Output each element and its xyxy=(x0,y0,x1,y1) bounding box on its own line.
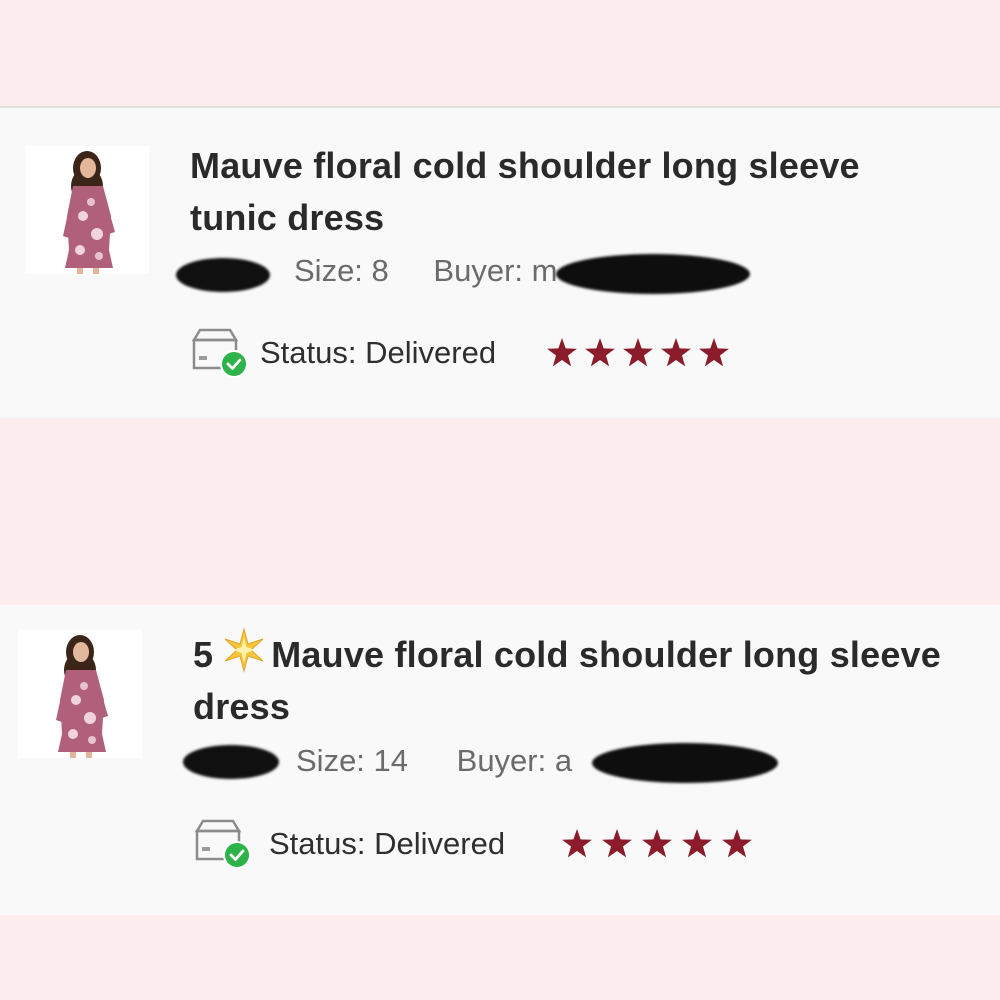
status-text: Status: Delivered xyxy=(269,826,506,861)
dress-model-image xyxy=(18,630,142,758)
title-prefix: 5 xyxy=(193,634,214,675)
box-check-icon xyxy=(194,819,251,869)
star-icon xyxy=(682,829,712,858)
order-meta: Size: 14 Buyer: a xyxy=(296,743,572,779)
price-redaction xyxy=(183,745,279,779)
product-thumbnail[interactable] xyxy=(18,630,142,758)
price-redaction xyxy=(176,258,270,292)
buyer-text[interactable]: Buyer: m xyxy=(433,253,557,289)
star-icon xyxy=(585,338,615,367)
order-card[interactable]: 5 Mauve floral cold shoulder long sleeve… xyxy=(0,605,1000,915)
star-icon xyxy=(722,829,752,858)
dress-model-image xyxy=(25,146,149,274)
product-thumbnail[interactable] xyxy=(25,146,149,274)
star-icon xyxy=(699,338,729,367)
star-icon xyxy=(547,338,577,367)
product-title[interactable]: Mauve floral cold shoulder long sleeve t… xyxy=(190,140,950,244)
product-title-text: Mauve floral cold shoulder long sleeve d… xyxy=(193,634,942,727)
buyer-text[interactable]: Buyer: a xyxy=(457,743,572,779)
buyer-redaction xyxy=(592,743,778,783)
status-row: Status: Delivered xyxy=(190,326,730,380)
star-icon xyxy=(623,338,653,367)
rating-stars xyxy=(546,338,730,368)
product-title-text: Mauve floral cold shoulder long sleeve t… xyxy=(190,145,860,238)
box-check-icon xyxy=(191,328,248,378)
star-icon xyxy=(562,829,592,858)
star-icon xyxy=(661,338,691,367)
status-text: Status: Delivered xyxy=(260,335,497,370)
size-text: Size: 8 xyxy=(294,253,389,288)
rating-stars xyxy=(561,829,753,859)
size-text: Size: 14 xyxy=(296,743,409,778)
status-row: Status: Delivered xyxy=(193,817,753,871)
star-icon xyxy=(602,829,632,858)
order-card[interactable]: Mauve floral cold shoulder long sleeve t… xyxy=(0,106,1000,418)
sparkle-icon xyxy=(224,627,264,673)
product-title[interactable]: 5 Mauve floral cold shoulder long sleeve… xyxy=(193,627,953,733)
star-icon xyxy=(642,829,672,858)
order-meta: Size: 8 Buyer: m xyxy=(294,253,557,289)
buyer-redaction xyxy=(556,254,750,294)
